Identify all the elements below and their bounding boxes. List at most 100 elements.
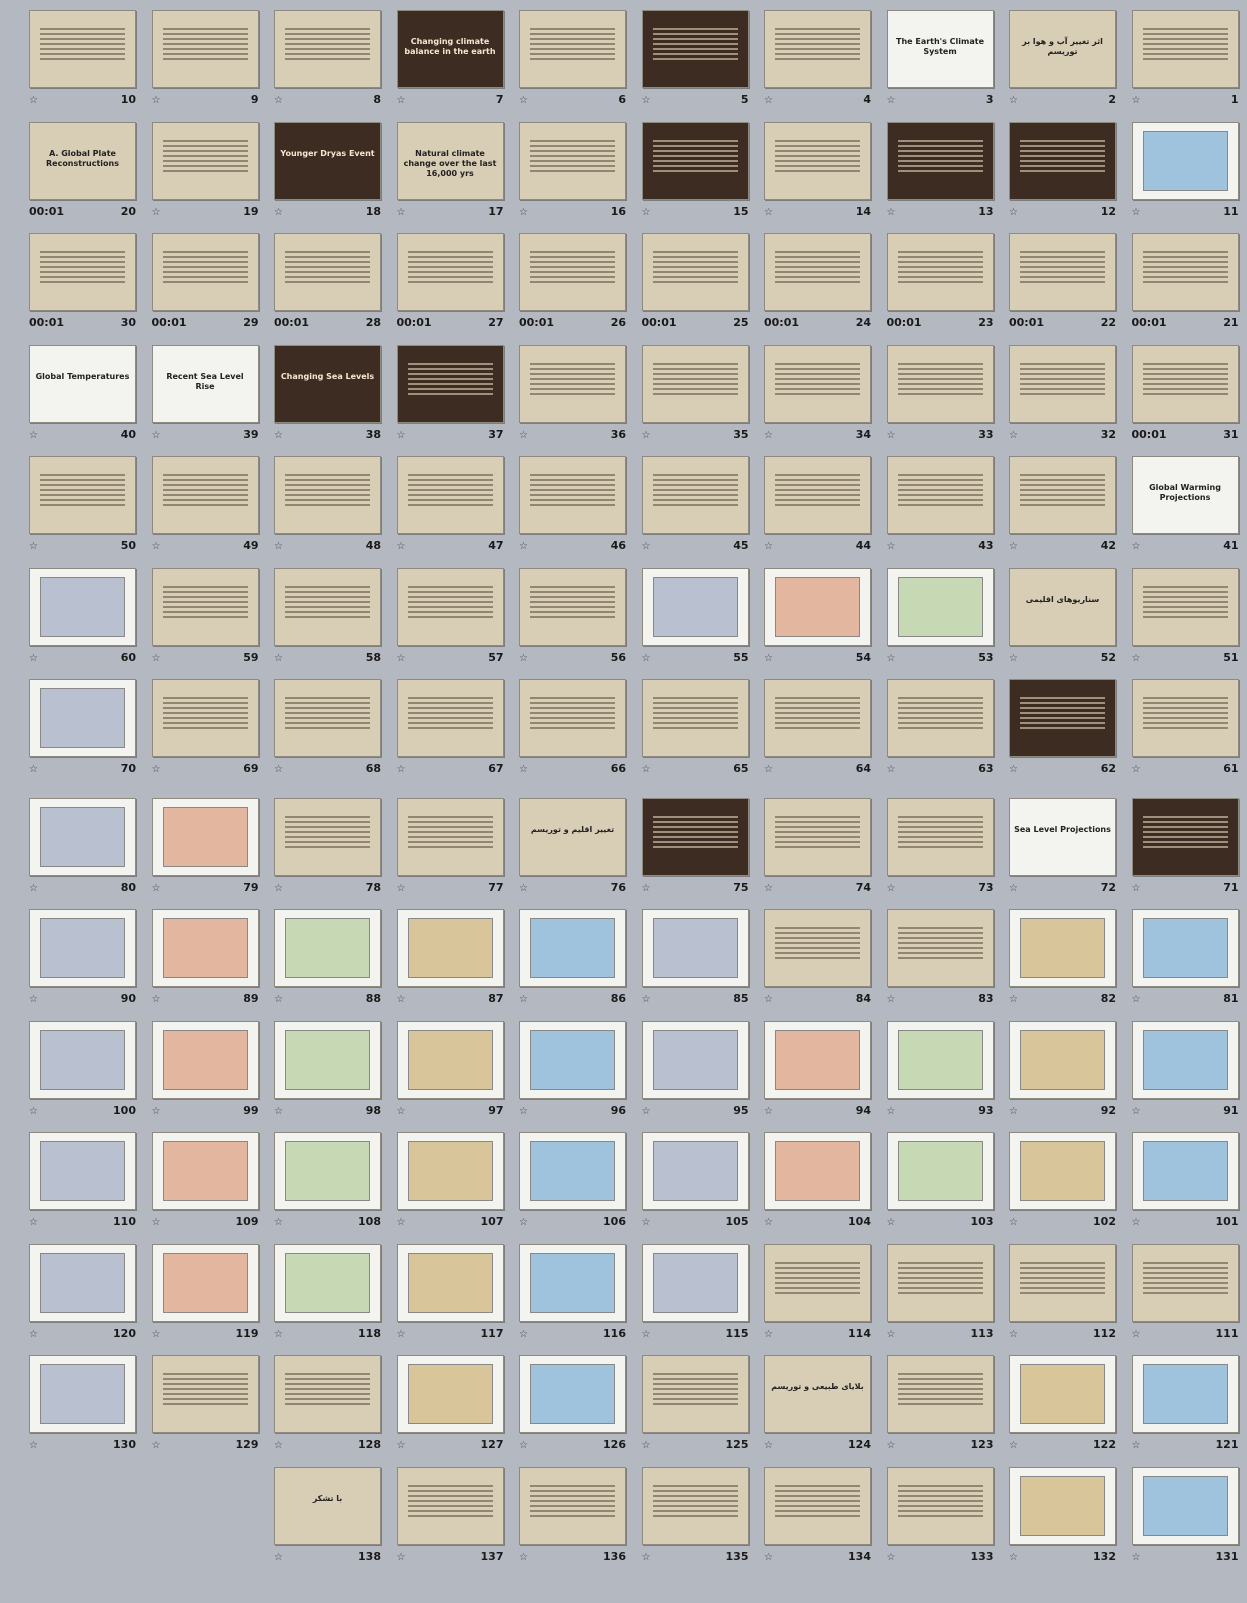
slide-preview[interactable] [396, 233, 504, 311]
slide-preview[interactable] [29, 1355, 136, 1433]
star-icon[interactable]: ☆ [764, 764, 775, 775]
slide-thumbnail[interactable]: ☆ 60 [23, 558, 144, 671]
slide-thumbnail[interactable]: ☆ 1 [1126, 0, 1247, 113]
slide-preview[interactable] [1131, 10, 1239, 88]
star-icon[interactable]: ☆ [397, 1329, 408, 1340]
star-icon[interactable]: ☆ [1132, 1440, 1143, 1451]
slide-thumbnail[interactable]: ☆ 13 [881, 112, 1002, 225]
slide-thumbnail[interactable]: ☆ 121 [1126, 1345, 1247, 1458]
star-icon[interactable]: ☆ [1132, 653, 1143, 664]
star-icon[interactable]: ☆ [1132, 994, 1143, 1005]
slide-thumbnail[interactable]: ☆ 75 [636, 788, 757, 901]
star-icon[interactable]: ☆ [887, 207, 898, 218]
star-icon[interactable]: ☆ [519, 1217, 530, 1228]
slide-preview[interactable] [1009, 1020, 1116, 1099]
slide-thumbnail[interactable]: ☆ 123 [881, 1345, 1002, 1458]
slide-thumbnail[interactable]: ☆ 74 [758, 788, 879, 901]
slide-preview[interactable]: Natural climate change over the last 16,… [396, 121, 504, 200]
star-icon[interactable]: ☆ [519, 1106, 530, 1117]
slide-preview[interactable] [396, 344, 504, 423]
star-icon[interactable]: ☆ [152, 430, 163, 441]
slide-preview[interactable] [519, 1466, 626, 1545]
slide-preview[interactable] [641, 909, 749, 987]
slide-preview[interactable] [29, 1243, 136, 1322]
slide-thumbnail[interactable]: ☆ 61 [1126, 669, 1247, 782]
slide-preview[interactable] [396, 1020, 504, 1099]
slide-thumbnail[interactable]: ☆ 90 [23, 899, 144, 1012]
slide-preview[interactable] [764, 344, 871, 423]
slide-preview[interactable] [1131, 1132, 1239, 1210]
slide-thumbnail[interactable]: ☆ 130 [23, 1345, 144, 1458]
star-icon[interactable]: ☆ [887, 1329, 898, 1340]
slide-preview[interactable] [519, 233, 626, 311]
slide-thumbnail[interactable]: ☆ 37 [391, 335, 512, 448]
slide-thumbnail[interactable]: ☆ 65 [636, 669, 757, 782]
slide-thumbnail[interactable]: ☆ 91 [1126, 1011, 1247, 1124]
slide-preview[interactable] [519, 567, 626, 646]
slide-preview[interactable] [29, 456, 136, 534]
slide-preview[interactable] [29, 1020, 136, 1099]
slide-preview[interactable] [151, 121, 259, 200]
slide-preview[interactable] [396, 1243, 504, 1322]
slide-preview[interactable] [151, 1020, 259, 1099]
slide-thumbnail[interactable]: ☆ 62 [1003, 669, 1124, 782]
star-icon[interactable]: ☆ [1009, 883, 1020, 894]
slide-thumbnail[interactable]: ☆ 55 [636, 558, 757, 671]
slide-thumbnail[interactable]: سناریوهای اقلیمی ☆ 52 [1003, 558, 1124, 671]
slide-thumbnail[interactable]: ☆ 86 [513, 899, 634, 1012]
star-icon[interactable]: ☆ [29, 95, 40, 106]
slide-thumbnail[interactable]: ☆ 131 [1126, 1457, 1247, 1570]
star-icon[interactable]: ☆ [642, 1552, 653, 1563]
star-icon[interactable]: ☆ [764, 541, 775, 552]
star-icon[interactable]: ☆ [519, 994, 530, 1005]
star-icon[interactable]: ☆ [642, 1440, 653, 1451]
slide-preview[interactable]: Changing Sea Levels [274, 344, 381, 423]
star-icon[interactable]: ☆ [519, 207, 530, 218]
slide-preview[interactable]: The Earth's Climate System [886, 10, 994, 88]
slide-preview[interactable] [151, 10, 259, 88]
star-icon[interactable]: ☆ [397, 1440, 408, 1451]
slide-thumbnail[interactable]: 00:01 24 [758, 223, 879, 336]
slide-thumbnail[interactable]: ☆ 100 [23, 1011, 144, 1124]
slide-thumbnail[interactable]: ☆ 5 [636, 0, 757, 113]
slide-preview[interactable]: Younger Dryas Event [274, 121, 381, 200]
star-icon[interactable]: ☆ [887, 1106, 898, 1117]
star-icon[interactable]: ☆ [1009, 1106, 1020, 1117]
slide-preview[interactable] [1009, 909, 1116, 987]
slide-thumbnail[interactable]: ☆ 92 [1003, 1011, 1124, 1124]
star-icon[interactable]: ☆ [887, 1440, 898, 1451]
slide-preview[interactable]: A. Global Plate Reconstructions [29, 121, 136, 200]
star-icon[interactable]: ☆ [397, 207, 408, 218]
slide-thumbnail[interactable]: ☆ 54 [758, 558, 879, 671]
slide-thumbnail[interactable]: ☆ 85 [636, 899, 757, 1012]
slide-preview[interactable] [764, 10, 871, 88]
slide-preview[interactable] [886, 1243, 994, 1322]
slide-preview[interactable] [519, 1355, 626, 1433]
slide-preview[interactable] [1131, 679, 1239, 757]
star-icon[interactable]: ☆ [887, 764, 898, 775]
star-icon[interactable]: ☆ [29, 1329, 40, 1340]
star-icon[interactable]: ☆ [397, 95, 408, 106]
slide-preview[interactable] [764, 1020, 871, 1099]
star-icon[interactable]: ☆ [152, 1440, 163, 1451]
star-icon[interactable]: ☆ [764, 883, 775, 894]
slide-preview[interactable] [764, 797, 871, 876]
slide-thumbnail[interactable]: ☆ 126 [513, 1345, 634, 1458]
slide-thumbnail[interactable]: Global Warming Projections ☆ 41 [1126, 446, 1247, 559]
slide-thumbnail[interactable]: ☆ 44 [758, 446, 879, 559]
slide-preview[interactable] [1131, 797, 1239, 876]
slide-thumbnail[interactable]: ☆ 111 [1126, 1234, 1247, 1347]
slide-preview[interactable] [29, 909, 136, 987]
star-icon[interactable]: ☆ [274, 95, 285, 106]
star-icon[interactable]: ☆ [642, 541, 653, 552]
slide-preview[interactable] [396, 567, 504, 646]
slide-thumbnail[interactable]: ☆ 87 [391, 899, 512, 1012]
slide-thumbnail[interactable]: ☆ 32 [1003, 335, 1124, 448]
slide-thumbnail[interactable]: ☆ 47 [391, 446, 512, 559]
star-icon[interactable]: ☆ [1009, 1440, 1020, 1451]
slide-preview[interactable] [886, 909, 994, 987]
slide-preview[interactable] [764, 909, 871, 987]
slide-preview[interactable] [29, 1132, 136, 1210]
slide-thumbnail[interactable]: ☆ 106 [513, 1122, 634, 1235]
star-icon[interactable]: ☆ [29, 994, 40, 1005]
